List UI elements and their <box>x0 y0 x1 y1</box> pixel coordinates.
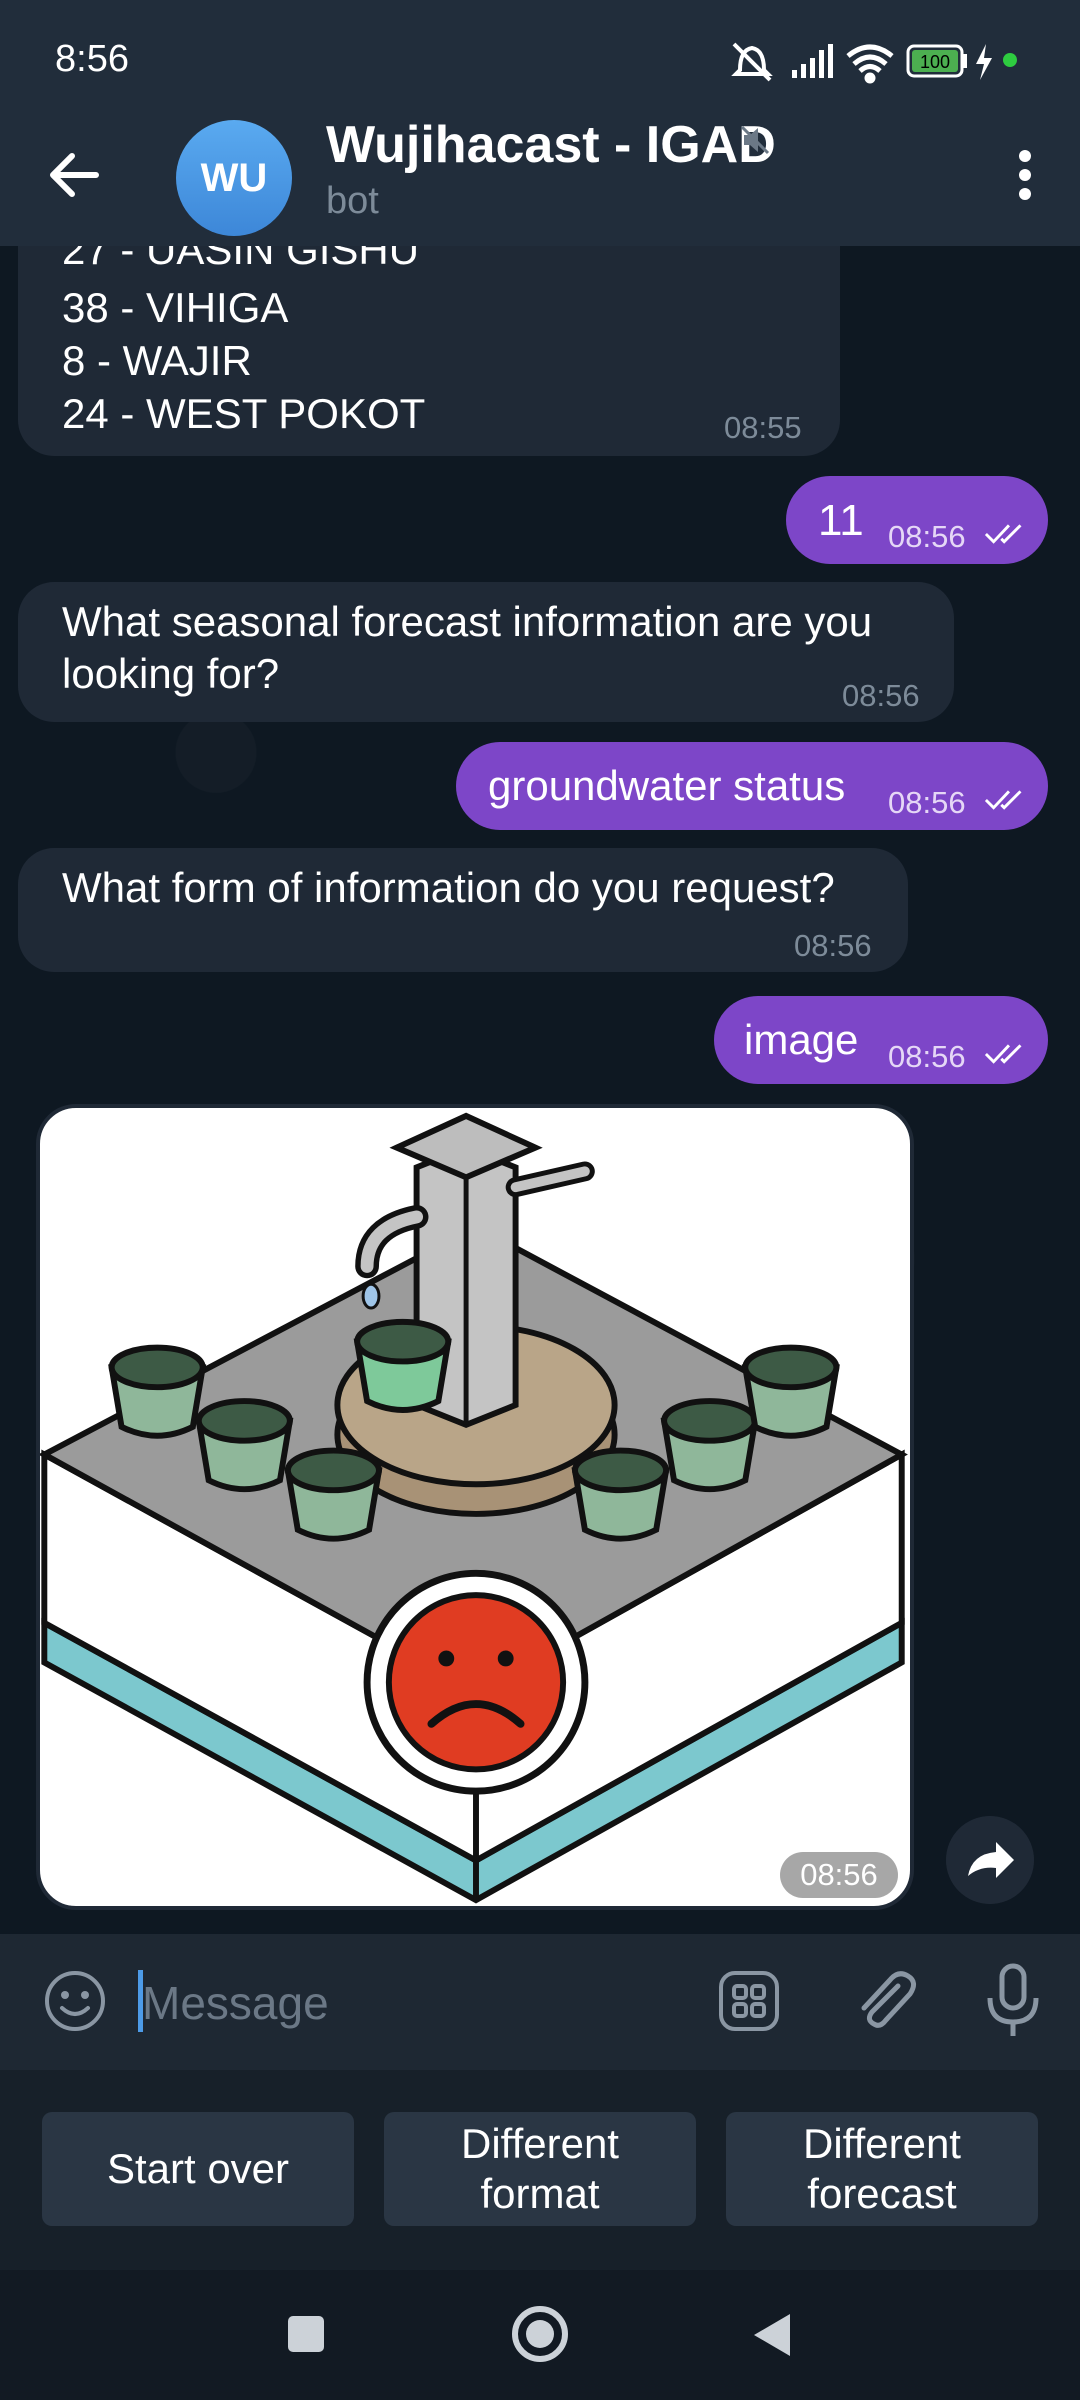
bucket-icon <box>353 1318 452 1413</box>
groundwater-illustration <box>40 1112 908 1904</box>
message-text: What seasonal forecast information are y… <box>62 598 873 645</box>
button-label: Start over <box>106 2145 290 2192</box>
chat-title[interactable]: Wujihacast - IGAD <box>326 115 776 175</box>
message-time: 08:56 <box>794 928 872 963</box>
message-input[interactable] <box>140 1962 664 2044</box>
message-text: looking for? <box>62 650 280 697</box>
list-item: 27 - UASIN GISHU <box>62 246 420 273</box>
bucket-icon <box>660 1398 759 1493</box>
image-time: 08:56 <box>780 1852 898 1898</box>
svg-text:100: 100 <box>920 52 950 72</box>
message-text: What form of information do you request? <box>62 864 835 911</box>
signal-icon <box>792 44 833 78</box>
message-list[interactable]: 27 - UASIN GISHU 38 - VIHIGA 8 - WAJIR 2… <box>0 246 1080 1934</box>
bot-keyboard: Start over Different format Different fo… <box>0 2070 1080 2270</box>
attach-paperclip-icon[interactable] <box>848 1964 920 2036</box>
status-bar: 8:56 100 <box>0 0 1080 120</box>
list-item: 8 - WAJIR <box>62 337 252 384</box>
message-composer <box>0 1934 1080 2070</box>
sad-face-icon <box>363 1569 589 1795</box>
more-options-icon[interactable] <box>990 130 1060 220</box>
bucket-icon <box>741 1344 840 1439</box>
charging-icon <box>976 44 992 80</box>
read-checkmarks-icon <box>984 1044 1022 1064</box>
back-triangle-icon[interactable] <box>752 2312 792 2358</box>
status-dot-icon <box>1003 53 1017 67</box>
message-time: 08:56 <box>888 519 966 554</box>
status-icons: 100 <box>731 42 1017 84</box>
emoji-icon[interactable] <box>42 1968 108 2034</box>
home-circle-icon[interactable] <box>510 2304 570 2364</box>
muted-speaker-icon <box>740 125 770 155</box>
button-label-line1: Different <box>461 2120 619 2167</box>
bucket-icon <box>195 1398 294 1493</box>
image-message[interactable] <box>36 1104 914 1910</box>
bucket-icon <box>284 1447 383 1542</box>
system-nav-bar <box>0 2270 1080 2400</box>
battery-icon: 100 <box>906 44 967 78</box>
share-forward-icon[interactable] <box>946 1816 1034 1904</box>
chat-subtitle: bot <box>326 180 379 222</box>
wifi-icon <box>846 44 894 84</box>
mute-ring-icon <box>731 42 773 82</box>
message-text: image <box>744 1016 859 1063</box>
read-checkmarks-icon <box>984 524 1022 544</box>
microphone-icon[interactable] <box>980 1962 1046 2040</box>
message-text: groundwater status <box>488 762 846 809</box>
back-arrow-icon[interactable] <box>40 140 110 210</box>
bucket-icon <box>571 1447 670 1542</box>
button-label-line2: format <box>480 2170 600 2217</box>
list-item: 24 - WEST POKOT <box>62 390 426 437</box>
start-over-button[interactable]: Start over <box>42 2112 354 2226</box>
button-label-line2: forecast <box>807 2170 957 2217</box>
message-time: 08:55 <box>724 410 802 445</box>
button-label-line1: Different <box>803 2120 961 2167</box>
different-forecast-button[interactable]: Different forecast <box>726 2112 1038 2226</box>
list-item: 38 - VIHIGA <box>62 284 289 331</box>
bot-commands-icon[interactable] <box>718 1970 780 2032</box>
chat-header: WU Wujihacast - IGAD bot <box>0 116 1080 246</box>
message-text: 11 <box>818 496 864 545</box>
message-time: 08:56 <box>842 678 920 713</box>
avatar[interactable]: WU <box>176 120 292 236</box>
bucket-icon <box>108 1344 207 1439</box>
recents-square-icon[interactable] <box>286 2314 326 2354</box>
different-format-button[interactable]: Different format <box>384 2112 696 2226</box>
read-checkmarks-icon <box>984 790 1022 810</box>
message-time: 08:56 <box>888 1039 966 1074</box>
status-time: 8:56 <box>55 38 129 80</box>
message-time: 08:56 <box>888 785 966 820</box>
